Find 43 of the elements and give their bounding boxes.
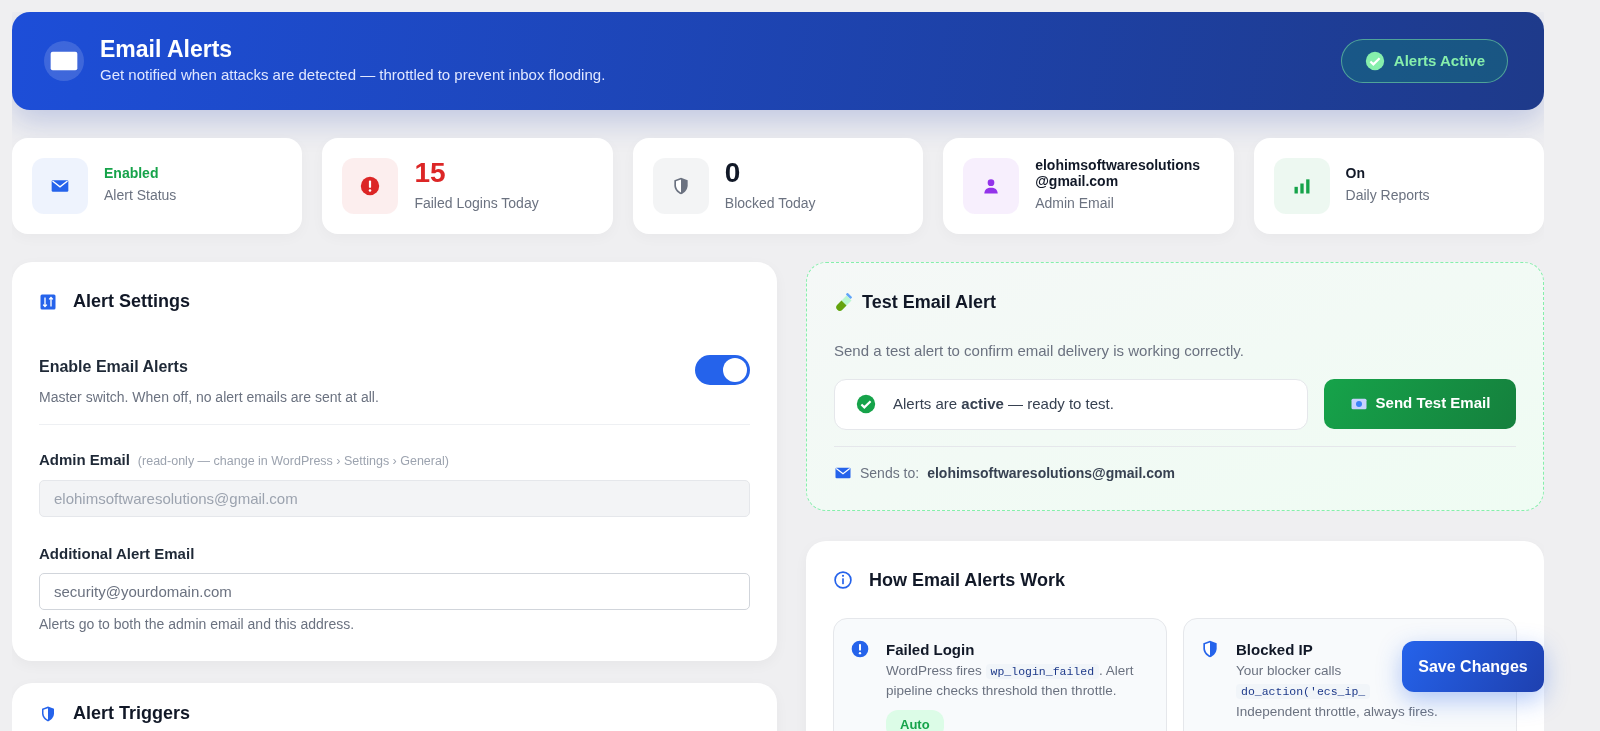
- send-test-email-button[interactable]: Send Test Email: [1324, 378, 1516, 429]
- stat-label: Failed Logins Today: [414, 193, 539, 213]
- stat-value: Enabled: [104, 165, 160, 182]
- stat-label: Admin Email: [1035, 193, 1115, 213]
- card-title: Alert Settings: [73, 290, 191, 313]
- setting-label: Enable Email Alerts: [39, 357, 189, 377]
- stat-value: 15: [414, 158, 447, 189]
- sends-to-label: Sends to:: [860, 463, 920, 483]
- save-changes-button[interactable]: Save Changes: [1402, 641, 1544, 692]
- stat-value: On: [1345, 165, 1367, 182]
- field-label: Admin Email: [39, 450, 130, 470]
- test-tube-icon: [834, 292, 854, 313]
- check-icon: [1363, 50, 1386, 72]
- status-badge: Alerts Active: [1340, 38, 1508, 84]
- page-title: Email Alerts: [100, 35, 234, 64]
- auto-tag: Auto: [886, 709, 944, 731]
- setting-description: Master switch. When off, no alert emails are sent at all.: [39, 388, 379, 407]
- how-item-title: Blocked IP: [1236, 639, 1314, 660]
- sliders-icon: [39, 292, 57, 311]
- stat-value: elohimsoftwaresolutions@gmail.com: [1035, 158, 1202, 189]
- stat-label: Blocked Today: [724, 193, 816, 213]
- field-label: Additional Alert Email: [39, 543, 196, 564]
- how-item-title: Failed Login: [886, 639, 976, 660]
- stat-label: Alert Status: [104, 186, 177, 206]
- card-title: Test Email Alert: [862, 291, 997, 314]
- field-hint: (read-only — change in WordPress › Settings › General): [137, 453, 449, 470]
- card-title: How Email Alerts Work: [869, 568, 1066, 592]
- stat-value: 0: [724, 158, 742, 189]
- check-icon: [855, 393, 877, 415]
- status-message: Alerts are active — ready to test.: [893, 393, 1114, 414]
- stat-label: Daily Reports: [1345, 186, 1430, 206]
- sends-to-email: elohimsoftwaresolutions@gmail.com: [927, 463, 1175, 483]
- how-item-description: WordPress fires wp_login_failed . Alert pipeline checks threshold then throttle.: [886, 662, 1135, 701]
- shield-icon: [1200, 638, 1220, 659]
- shield-icon: [39, 704, 57, 723]
- page-subtitle: Get notified when attacks are detected — throttled to prevent inbox flooding.: [100, 64, 607, 85]
- field-help: Alerts go to both the admin email and this address.: [39, 615, 356, 634]
- card-description: Send a test alert to confirm email delivery is working correctly.: [834, 341, 1245, 361]
- info-icon: [833, 570, 853, 590]
- card-title: Alert Triggers: [73, 702, 191, 725]
- additional-email-field[interactable]: security@yourdomain.com: [39, 573, 750, 610]
- toggle-switch[interactable]: [695, 355, 750, 385]
- alert-icon: [850, 638, 870, 659]
